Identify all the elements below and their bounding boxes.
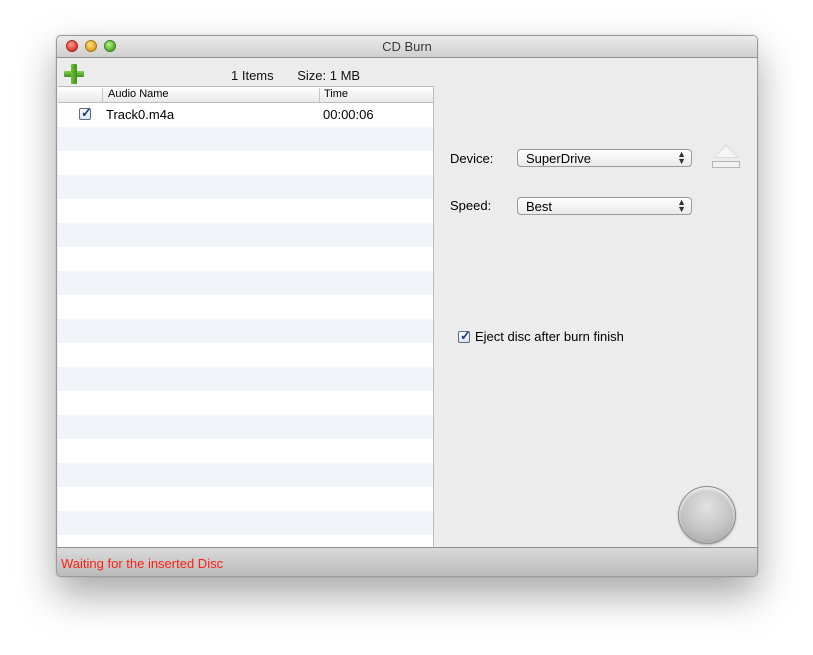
track-table: Audio Name Time ✓ Track0.m4a 00:00:06 (58, 86, 434, 547)
select-arrows-icon: ▲ ▼ (677, 149, 686, 166)
eject-after-burn-checkbox[interactable]: ✓ (458, 328, 471, 343)
empty-row (58, 391, 433, 415)
track-time: 00:00:06 (323, 107, 374, 122)
eject-icon[interactable] (712, 144, 740, 172)
window-title: CD Burn (382, 39, 432, 54)
speed-label: Speed: (450, 198, 492, 213)
status-bar: Waiting for the inserted Disc (57, 547, 757, 576)
items-count: 1 Items (231, 68, 274, 83)
table-row[interactable]: ✓ Track0.m4a 00:00:06 (58, 103, 433, 127)
burn-button[interactable] (678, 486, 736, 544)
settings-pane: Device: SuperDrive ▲ ▼ Speed: Best ▲ ▼ ✓ E… (434, 58, 757, 546)
empty-row (58, 319, 433, 343)
plus-icon[interactable] (64, 64, 84, 84)
device-select[interactable]: SuperDrive ▲ ▼ (517, 149, 692, 167)
empty-row (58, 247, 433, 271)
empty-row (58, 127, 433, 151)
empty-row (58, 463, 433, 487)
empty-row (58, 223, 433, 247)
track-name: Track0.m4a (106, 107, 175, 122)
empty-row (58, 415, 433, 439)
empty-row (58, 175, 433, 199)
empty-row (58, 343, 433, 367)
select-arrows-icon: ▲ ▼ (677, 197, 686, 214)
device-value: SuperDrive (526, 151, 592, 166)
status-text: Waiting for the inserted Disc (61, 556, 224, 571)
track-checkbox[interactable]: ✓ (79, 105, 92, 120)
empty-row (58, 367, 433, 391)
empty-row (58, 511, 433, 535)
empty-row (58, 151, 433, 175)
eject-after-burn-label: Eject disc after burn finish (475, 329, 624, 344)
speed-select[interactable]: Best ▲ ▼ (517, 197, 692, 215)
device-label: Device: (450, 151, 494, 166)
summary: 1 Items Size: 1 MB (231, 68, 360, 83)
speed-value: Best (526, 199, 553, 214)
table-rows: ✓ Track0.m4a 00:00:06 (58, 103, 433, 547)
total-size: Size: 1 MB (297, 68, 361, 83)
title-bar: CD Burn (57, 36, 757, 58)
empty-row (58, 487, 433, 511)
toolbar: 1 Items Size: 1 MB (57, 58, 433, 86)
empty-row (58, 199, 433, 223)
column-time[interactable]: Time (319, 88, 433, 102)
empty-row (58, 271, 433, 295)
column-audio-name[interactable]: Audio Name (102, 88, 323, 102)
cd-burn-window: CD Burn 1 Items Size: 1 MB Audio Name Ti… (56, 35, 758, 577)
empty-row (58, 535, 433, 547)
table-header: Audio Name Time (58, 87, 433, 103)
empty-row (58, 295, 433, 319)
empty-row (58, 439, 433, 463)
